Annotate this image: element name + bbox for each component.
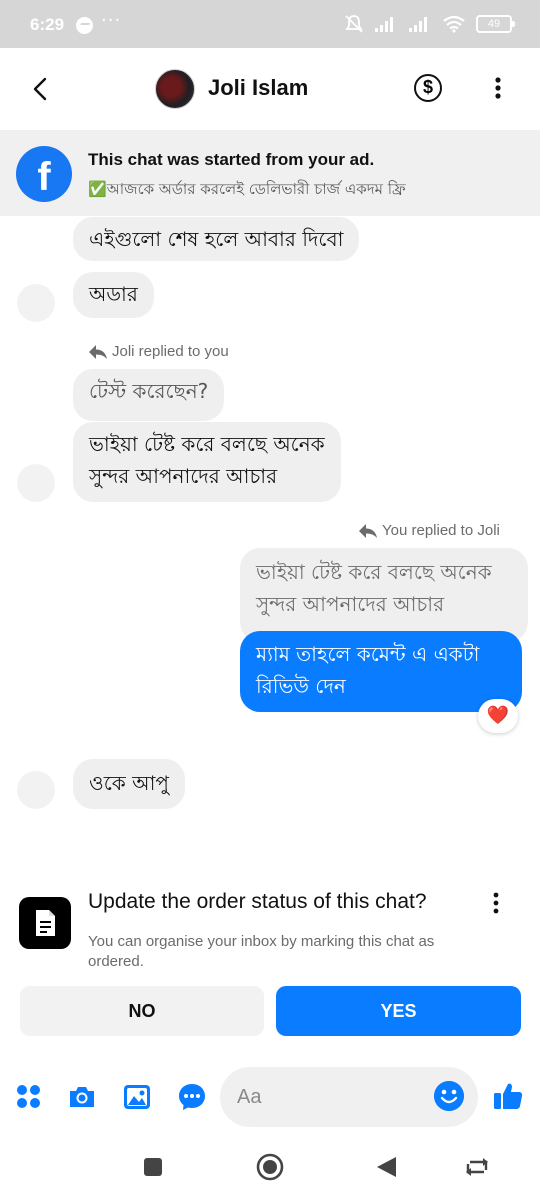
signal-icon-1 bbox=[375, 17, 393, 32]
incoming-message[interactable]: অডার bbox=[73, 272, 154, 318]
wifi-icon bbox=[443, 15, 465, 33]
reply-label-text: Joli replied to you bbox=[112, 343, 229, 360]
quoted-message[interactable]: টেস্ট করেছেন? bbox=[73, 369, 225, 421]
reply-arrow-icon bbox=[359, 523, 377, 538]
message-text-line: সুন্দর আপনাদের আচার bbox=[89, 464, 278, 488]
facebook-logo-icon: f bbox=[16, 146, 72, 202]
reply-label-text: You replied to Joli bbox=[382, 522, 500, 539]
mute-icon bbox=[345, 15, 363, 33]
outgoing-message[interactable]: ম্যাম তাহলে কমেন্ট এ একটা রিভিউ দেন bbox=[240, 631, 522, 712]
incoming-message[interactable]: ওকে আপু bbox=[73, 759, 186, 809]
reply-indicator: You replied to Joli bbox=[358, 522, 500, 539]
more-options-button[interactable] bbox=[488, 74, 508, 104]
emoji-icon[interactable] bbox=[434, 1081, 464, 1111]
contact-name[interactable]: Joli Islam bbox=[208, 75, 308, 101]
yes-button[interactable]: YES bbox=[276, 986, 521, 1036]
reply-arrow-icon bbox=[89, 344, 107, 359]
chat-bubble-icon[interactable] bbox=[177, 1082, 207, 1112]
apps-menu-icon[interactable] bbox=[14, 1082, 44, 1112]
messenger-notification-icon bbox=[76, 17, 93, 34]
status-time: 6:29 bbox=[30, 15, 65, 34]
quoted-text-line: ভাইয়া টেষ্ট করে বলছে অনেক bbox=[256, 560, 492, 584]
status-bar: 6:29 ··· 49 bbox=[0, 0, 540, 48]
home-icon[interactable] bbox=[256, 1153, 284, 1181]
system-nav-bar bbox=[0, 1134, 540, 1200]
payment-button[interactable]: $ bbox=[414, 74, 442, 102]
signal-icon-2 bbox=[409, 17, 427, 32]
sender-avatar[interactable] bbox=[17, 771, 55, 809]
quoted-text: টেস্ট করেছেন? bbox=[89, 379, 209, 403]
message-text: অডার bbox=[89, 282, 138, 306]
message-composer bbox=[0, 1062, 540, 1134]
order-card-more-icon[interactable] bbox=[486, 890, 506, 916]
back-button[interactable] bbox=[26, 74, 56, 104]
sender-avatar[interactable] bbox=[17, 284, 55, 322]
document-icon bbox=[19, 897, 71, 949]
incoming-message[interactable]: এইগুলো শেষ হলে আবার দিবো bbox=[73, 217, 360, 261]
message-text-line: ম্যাম তাহলে কমেন্ট এ একটা bbox=[256, 642, 480, 666]
quoted-message[interactable]: ভাইয়া টেষ্ট করে বলছে অনেক সুন্দর আপনাদে… bbox=[240, 548, 528, 642]
ad-banner-subtitle: ✅আজকে অর্ডার করলেই ডেলিভারী চার্জ একদম ফ… bbox=[88, 180, 406, 198]
sender-avatar[interactable] bbox=[17, 464, 55, 502]
status-right: 49 bbox=[344, 14, 515, 34]
contact-avatar[interactable] bbox=[155, 69, 195, 109]
camera-icon[interactable] bbox=[67, 1082, 97, 1112]
quoted-text-line: সুন্দর আপনাদের আচার bbox=[256, 592, 445, 616]
order-card-title: Update the order status of this chat? bbox=[88, 890, 427, 913]
order-card-description: You can organise your inbox by marking t… bbox=[88, 933, 435, 970]
order-status-card: Update the order status of this chat? Yo… bbox=[0, 870, 540, 1050]
message-text: এইগুলো শেষ হলে আবার দিবো bbox=[89, 227, 344, 251]
heart-reaction[interactable]: ❤️ bbox=[478, 699, 518, 733]
ad-banner[interactable]: f This chat was started from your ad. ✅আ… bbox=[0, 130, 540, 216]
ad-banner-title: This chat was started from your ad. bbox=[88, 150, 375, 169]
recent-apps-icon[interactable] bbox=[140, 1154, 166, 1180]
more-notifications-icon: ··· bbox=[101, 10, 122, 31]
message-text: ওকে আপু bbox=[89, 771, 170, 795]
incoming-message[interactable]: ভাইয়া টেষ্ট করে বলছে অনেক সুন্দর আপনাদে… bbox=[73, 422, 341, 502]
back-nav-icon[interactable] bbox=[374, 1154, 400, 1180]
message-text-line: ভাইয়া টেষ্ট করে বলছে অনেক bbox=[89, 432, 325, 456]
chat-header: Joli Islam $ bbox=[0, 48, 540, 130]
like-thumb-icon[interactable] bbox=[492, 1080, 524, 1112]
no-button[interactable]: NO bbox=[20, 986, 264, 1036]
message-text-line: রিভিউ দেন bbox=[256, 674, 346, 698]
reply-indicator: Joli replied to you bbox=[88, 343, 229, 360]
rotate-screen-icon[interactable] bbox=[464, 1154, 490, 1180]
battery-icon: 49 bbox=[476, 15, 515, 33]
gallery-icon[interactable] bbox=[122, 1082, 152, 1112]
